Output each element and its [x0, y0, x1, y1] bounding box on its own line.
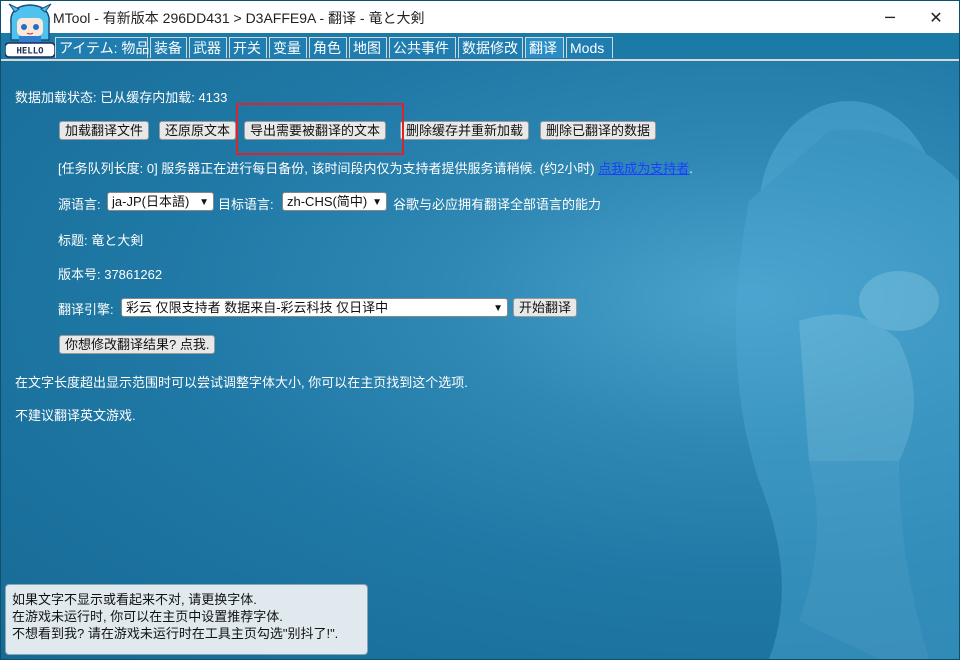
title-bar: MTool - 有新版本 296DD431 > D3AFFE9A - 翻译 - … [1, 1, 959, 33]
tab-data-edit[interactable]: 数据修改 [458, 37, 523, 58]
tab-bar: アイテム: 物品 装备 武器 开关 变量 角色 地图 公共事件 数据修改 翻译 … [1, 33, 959, 61]
engine-label: 翻译引擎: [58, 302, 114, 317]
target-lang-label: 目标语言: [218, 197, 274, 212]
restore-original-button[interactable]: 还原原文本 [159, 121, 237, 140]
load-translation-file-button[interactable]: 加载翻译文件 [59, 121, 150, 140]
app-logo-icon: HELLO [5, 3, 55, 58]
queue-notice-text: [任务队列长度: 0] 服务器正在进行每日备份, 该时间段内仅为支持者提供服务请… [58, 161, 595, 176]
supporter-link[interactable]: 点我成为支持者 [598, 161, 689, 176]
logo-text: HELLO [16, 47, 44, 57]
tab-translate[interactable]: 翻译 [525, 37, 564, 58]
english-note-text: 不建议翻译英文游戏. [15, 408, 136, 423]
tab-actors[interactable]: 角色 [309, 37, 347, 58]
modify-results-button[interactable]: 你想修改翻译结果? 点我. [59, 335, 216, 354]
tab-common-events[interactable]: 公共事件 [389, 37, 456, 58]
source-lang-value: ja-JP(日本語) [112, 194, 190, 209]
game-version: 版本号: 37861262 [58, 267, 163, 282]
translate-panel: 数据加载状态: 已从缓存内加载: 4133 加载翻译文件 还原原文本 导出需要被… [1, 61, 959, 659]
chevron-down-icon: ▼ [372, 197, 382, 208]
font-tooltip: 如果文字不显示或看起来不对, 请更换字体. 在游戏未运行时, 你可以在主页中设置… [5, 584, 368, 655]
lang-note: 谷歌与必应拥有翻译全部语言的能力 [393, 197, 602, 212]
tab-mods[interactable]: Mods [566, 37, 613, 58]
clear-cache-reload-button[interactable]: 删除缓存并重新加载 [400, 121, 530, 140]
tab-items[interactable]: アイテム: 物品 [55, 37, 149, 58]
background-character-image [736, 101, 959, 659]
target-lang-select[interactable]: zh-CHS(简中) ▼ [282, 192, 387, 211]
load-status-text: 数据加载状态: 已从缓存内加载: 4133 [15, 90, 228, 105]
tab-weapons[interactable]: 武器 [189, 37, 227, 58]
tab-variables[interactable]: 变量 [269, 37, 307, 58]
chevron-down-icon: ▼ [199, 197, 209, 208]
start-translate-button[interactable]: 开始翻译 [513, 298, 578, 317]
source-lang-select[interactable]: ja-JP(日本語) ▼ [107, 192, 214, 211]
supporter-link-suffix: . [689, 161, 693, 176]
source-lang-label: 源语言: [58, 197, 101, 212]
font-hint-text: 在文字长度超出显示范围时可以尝试调整字体大小, 你可以在主页找到这个选项. [15, 375, 468, 390]
tab-switches[interactable]: 开关 [229, 37, 267, 58]
tab-maps[interactable]: 地图 [349, 37, 387, 58]
minimize-button[interactable]: ─ [867, 1, 913, 33]
target-lang-value: zh-CHS(简中) [287, 194, 368, 209]
tooltip-line: 如果文字不显示或看起来不对, 请更换字体. [12, 592, 257, 607]
tooltip-line: 不想看到我? 请在游戏未运行时在工具主页勾选"别抖了!". [12, 626, 339, 641]
game-title: 标题: 竜と大剣 [58, 233, 144, 248]
tab-armor[interactable]: 装备 [150, 37, 187, 58]
queue-notice: [任务队列长度: 0] 服务器正在进行每日备份, 该时间段内仅为支持者提供服务请… [58, 158, 693, 177]
chevron-down-icon: ▼ [493, 303, 503, 314]
engine-value: 彩云 仅限支持者 数据来自-彩云科技 仅日译中 [126, 300, 389, 315]
engine-select[interactable]: 彩云 仅限支持者 数据来自-彩云科技 仅日译中 ▼ [121, 298, 508, 317]
delete-translated-button[interactable]: 删除已翻译的数据 [540, 121, 657, 140]
highlight-box [236, 103, 404, 155]
app-window: MTool - 有新版本 296DD431 > D3AFFE9A - 翻译 - … [0, 0, 960, 660]
tooltip-line: 在游戏未运行时, 你可以在主页中设置推荐字体. [12, 609, 283, 624]
close-button[interactable]: ✕ [913, 1, 959, 33]
window-title: MTool - 有新版本 296DD431 > D3AFFE9A - 翻译 - … [53, 10, 425, 26]
